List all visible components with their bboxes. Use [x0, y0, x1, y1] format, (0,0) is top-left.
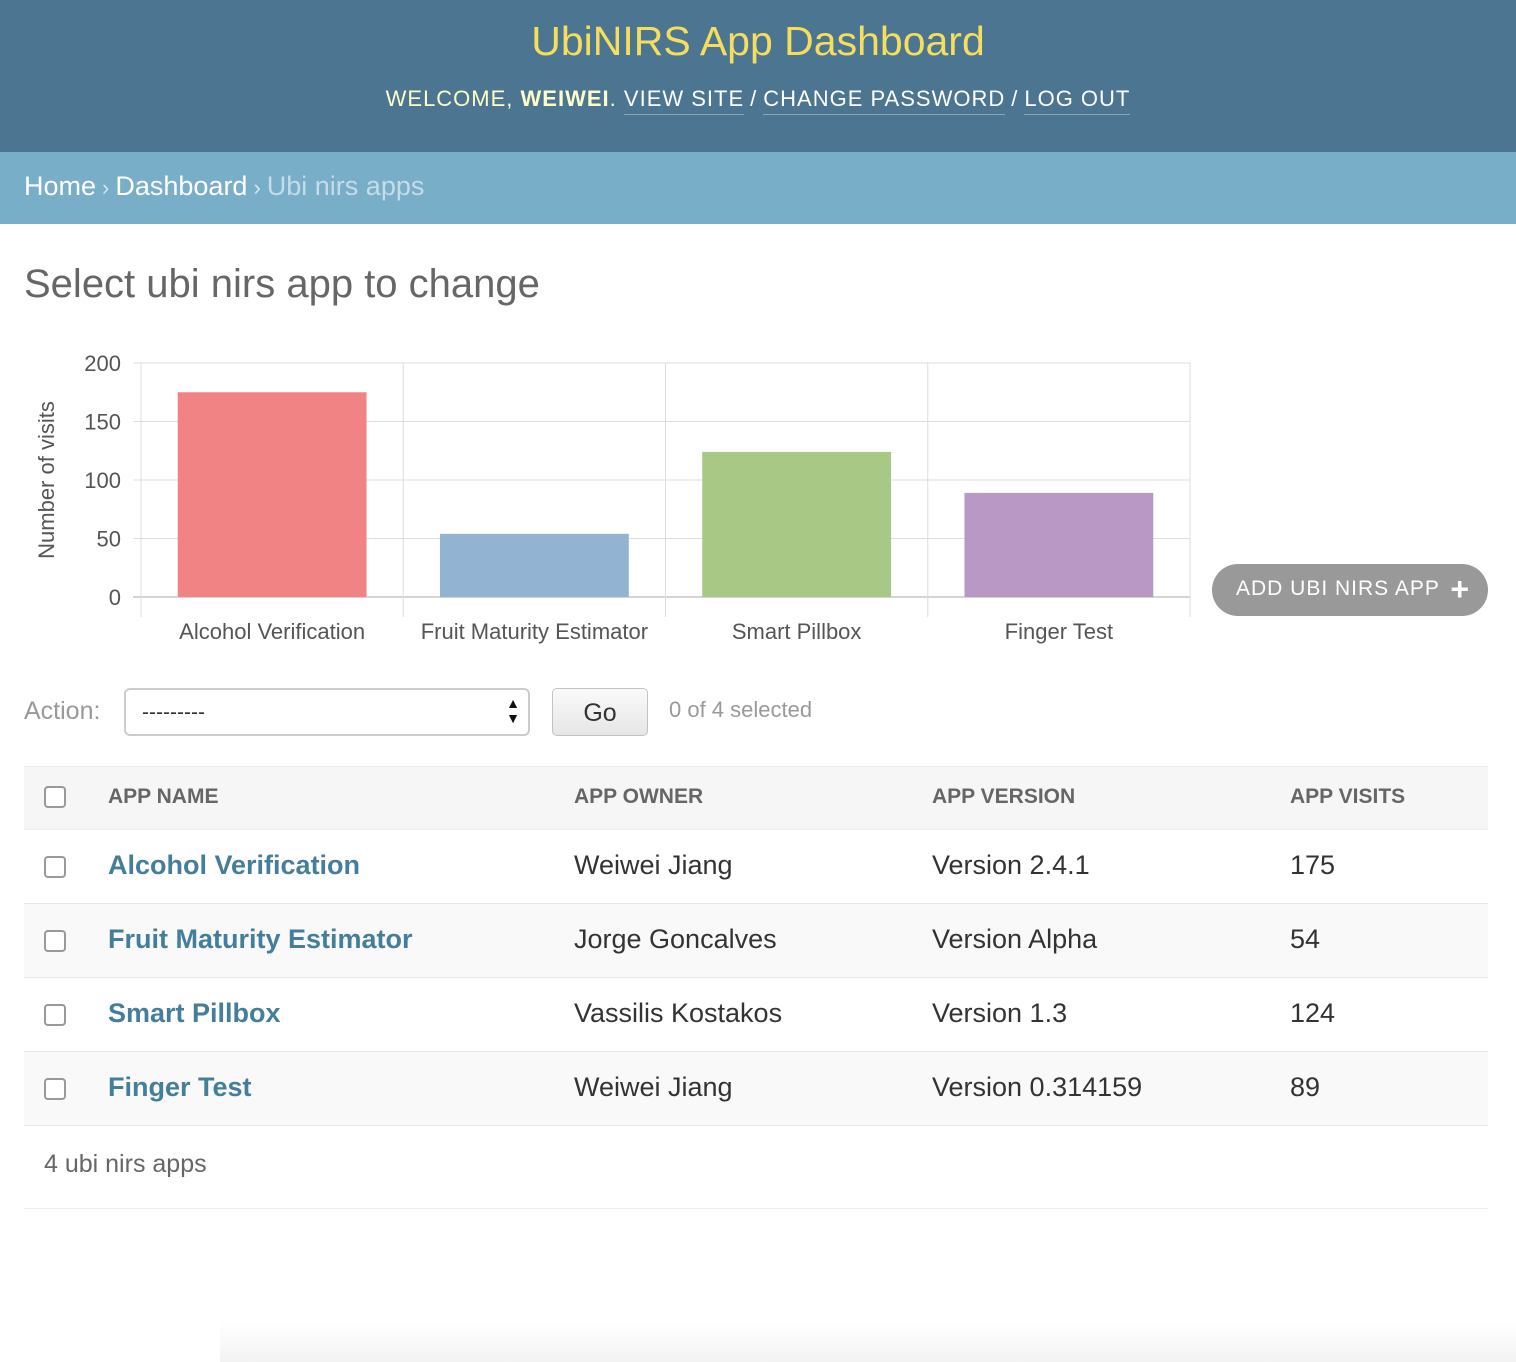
results-table: App Name App Owner App Version App Visit… [24, 766, 1488, 1126]
column-header-app-version[interactable]: App Version [932, 785, 1075, 809]
y-tick-label: 100 [84, 468, 121, 493]
breadcrumb-dashboard[interactable]: Dashboard [115, 171, 247, 201]
table-row: Smart Pillbox Vassilis Kostakos Version … [24, 978, 1488, 1052]
table-row: Alcohol Verification Weiwei Jiang Versio… [24, 830, 1488, 904]
action-select[interactable]: --------- ▲ ▼ [124, 688, 530, 736]
column-header-app-visits[interactable]: App Visits [1290, 785, 1405, 809]
app-visits: 175 [1290, 850, 1336, 880]
select-arrows-icon: ▲ ▼ [506, 695, 520, 726]
row-checkbox[interactable] [44, 1004, 66, 1026]
app-owner: Vassilis Kostakos [574, 998, 783, 1028]
log-out-link[interactable]: Log out [1024, 86, 1131, 115]
app-version: Version 0.314159 [932, 1072, 1143, 1102]
row-checkbox[interactable] [44, 930, 66, 952]
app-version: Version Alpha [932, 924, 1098, 954]
site-title: UbiNIRS App Dashboard [531, 18, 985, 64]
period: . [609, 86, 617, 111]
breadcrumb-separator: › [253, 175, 261, 200]
table-header: App Name App Owner App Version App Visit… [24, 766, 1488, 830]
app-visits: 124 [1290, 998, 1336, 1028]
change-password-link[interactable]: Change password [763, 86, 1006, 115]
breadcrumb: Home › Dashboard › Ubi nirs apps [0, 152, 1516, 224]
plus-icon: + [1450, 571, 1470, 607]
y-axis-label: Number of visits [34, 401, 59, 559]
column-header-app-owner[interactable]: App Owner [574, 785, 703, 809]
header: UbiNIRS App Dashboard Welcome, weiwei. V… [0, 0, 1516, 152]
add-app-button[interactable]: Add ubi nirs app + [1212, 564, 1488, 616]
row-checkbox[interactable] [44, 1078, 66, 1100]
bar [964, 492, 1154, 597]
select-all-checkbox[interactable] [44, 786, 66, 808]
bottom-shadow [220, 1322, 1516, 1362]
action-label: Action: [24, 697, 101, 725]
bar [439, 533, 629, 597]
view-site-link[interactable]: View site [623, 86, 745, 115]
x-tick-label: Smart Pillbox [732, 619, 862, 644]
app-owner: Weiwei Jiang [574, 850, 733, 880]
bar [702, 451, 892, 597]
visits-bar-chart: 0 50 100 150 200 Alcohol Verification Fruit Ma… [34, 351, 1191, 644]
app-visits: 89 [1290, 1072, 1321, 1102]
bar [177, 392, 367, 597]
app-name-link[interactable]: Finger Test [108, 1072, 252, 1103]
app-owner: Weiwei Jiang [574, 1072, 733, 1102]
breadcrumb-home[interactable]: Home [24, 171, 96, 201]
page-title: Select ubi nirs app to change [24, 262, 540, 306]
username: weiwei [520, 86, 610, 111]
row-checkbox[interactable] [44, 856, 66, 878]
breadcrumb-current: Ubi nirs apps [266, 171, 425, 201]
column-header-app-name[interactable]: App Name [108, 785, 218, 809]
x-tick-label: Fruit Maturity Estimator [421, 619, 648, 644]
app-visits: 54 [1290, 924, 1321, 954]
action-select-value: --------- [142, 701, 205, 724]
y-tick-label: 50 [97, 527, 121, 552]
x-tick-label: Alcohol Verification [179, 619, 365, 644]
user-tools: Welcome, weiwei. View site / Change passwo… [0, 86, 1516, 115]
result-count: 4 ubi nirs apps [44, 1150, 207, 1178]
app-version: Version 1.3 [932, 998, 1068, 1028]
add-app-label: Add ubi nirs app [1236, 577, 1440, 600]
table-row: Finger Test Weiwei Jiang Version 0.31415… [24, 1052, 1488, 1126]
app-name-link[interactable]: Alcohol Verification [108, 850, 360, 881]
app-version: Version 2.4.1 [932, 850, 1090, 880]
go-button[interactable]: Go [552, 688, 648, 736]
y-tick-label: 0 [109, 585, 121, 610]
app-owner: Jorge Goncalves [574, 924, 777, 954]
breadcrumb-separator: › [102, 175, 110, 200]
selected-count: 0 of 4 selected [669, 697, 813, 722]
welcome-text: Welcome, [385, 86, 514, 111]
app-name-link[interactable]: Smart Pillbox [108, 998, 281, 1029]
table-row: Fruit Maturity Estimator Jorge Goncalves… [24, 904, 1488, 978]
app-name-link[interactable]: Fruit Maturity Estimator [108, 924, 413, 955]
separator: / [750, 86, 758, 111]
x-tick-label: Finger Test [1005, 619, 1113, 644]
paginator: 4 ubi nirs apps [24, 1124, 1488, 1209]
y-tick-label: 200 [84, 351, 121, 376]
separator: / [1011, 86, 1019, 111]
y-tick-label: 150 [84, 410, 121, 435]
